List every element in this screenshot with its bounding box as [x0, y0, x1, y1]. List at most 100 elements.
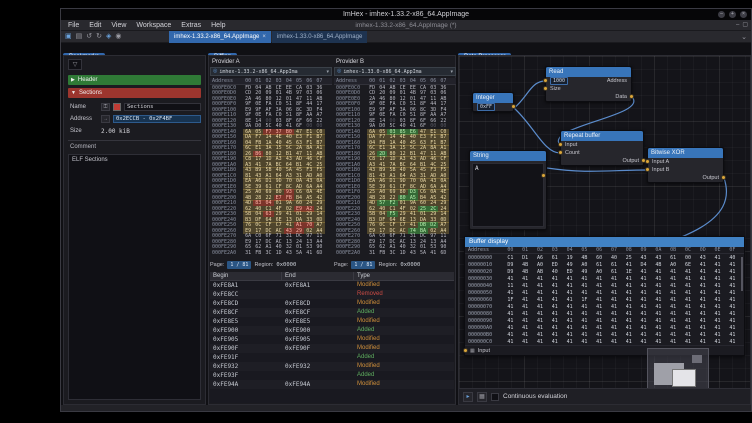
hex-row[interactable]: 000FE2A031FB3C1D435A416D: [210, 250, 332, 256]
read-size-field[interactable]: 1000: [550, 77, 568, 85]
layout-minimize-icon[interactable]: –: [736, 20, 739, 31]
node-integer[interactable]: Integer 0xFF: [472, 92, 514, 112]
node-title: String: [470, 151, 546, 161]
provider-a-select[interactable]: ◎ imhex-1.33.2-x86_64.AppIma ▾: [210, 67, 332, 76]
node-read[interactable]: Read 1000 Address Size Data: [545, 66, 632, 102]
diff-table-row[interactable]: 0xFE8CF0xFE8CFAdded: [210, 308, 454, 317]
menu-workspace[interactable]: Workspace: [131, 20, 176, 31]
continuous-evaluation-checkbox[interactable]: [491, 393, 499, 401]
diff-table-row[interactable]: 0xFE8E50xFE8E5Modified: [210, 317, 454, 326]
string-value-field[interactable]: A: [472, 163, 544, 227]
diff-table-row[interactable]: 0xFE8CCRemoved: [210, 290, 454, 299]
address-column-label: Address: [465, 247, 503, 253]
bookmarks-panel: ▽ ▶Header▼Sections Name ⚿ Sections Addre…: [63, 55, 206, 405]
toolbar: ▣ ▤↺ ↻ ◈ ◉: [65, 32, 122, 42]
output-pin[interactable]: [629, 94, 634, 99]
node-bitwise-xor[interactable]: Bitwise XOR Input A Input B Output: [647, 147, 724, 183]
diff-table-row[interactable]: 0xFE9320xFE932Modified: [210, 362, 454, 371]
address-column-label: Address: [210, 78, 243, 84]
bookmark-label: Header: [78, 77, 98, 83]
chevron-down-icon[interactable]: ⌄: [741, 33, 747, 41]
diff-table-row[interactable]: 0xFE9050xFE905Modified: [210, 335, 454, 344]
menu-bar: imhex-1.33.2-x86_64.AppImage (*) FileEdi…: [61, 20, 751, 31]
filter-icon[interactable]: ▽: [68, 59, 82, 70]
document-tab[interactable]: imhex-1.33.2-x86_64.AppImage×: [169, 31, 271, 43]
toolbar-row: ▣ ▤↺ ↻ ◈ ◉ imhex-1.33.2-x86_64.AppImage×imhe…: [61, 31, 751, 43]
window-controls: – + ×: [718, 11, 747, 18]
bookmark-address-value[interactable]: 0x2ECCB - 0x2F4BF: [113, 115, 201, 123]
comment-textarea[interactable]: ELF Sections: [68, 154, 201, 400]
output-pin[interactable]: [541, 173, 546, 178]
grid-icon: ▦: [470, 348, 475, 354]
node-title: Read: [546, 67, 631, 77]
chevron-icon: ▶: [71, 77, 75, 83]
input-pin[interactable]: [558, 142, 563, 147]
menu-edit[interactable]: Edit: [84, 20, 106, 31]
column-end[interactable]: End: [282, 272, 354, 280]
lock-icon[interactable]: ⚿: [101, 103, 110, 111]
open-file-icon[interactable]: ▣: [65, 32, 72, 42]
input-pin[interactable]: [645, 159, 650, 164]
input-pin[interactable]: [463, 348, 468, 353]
close-icon[interactable]: ×: [740, 11, 747, 18]
tab-close-icon[interactable]: ×: [262, 34, 266, 40]
input-pin[interactable]: [543, 86, 548, 91]
node-title: Bitwise XOR: [648, 148, 723, 158]
redo-icon[interactable]: ↻: [96, 32, 102, 42]
column-type[interactable]: Type: [354, 272, 454, 280]
undo-icon[interactable]: ↺: [86, 32, 92, 42]
bookmark-name-field[interactable]: Sections: [124, 103, 201, 111]
input-pin[interactable]: [645, 167, 650, 172]
output-pin[interactable]: [721, 175, 726, 180]
diff-table-row[interactable]: 0xFE8A10xFE8A1Modified: [210, 281, 454, 290]
port-label: Output: [702, 175, 719, 181]
node-buffer-display[interactable]: Buffer display Address 00010203040506070…: [464, 236, 745, 356]
maximize-icon[interactable]: +: [729, 11, 736, 18]
integer-value-field[interactable]: 0xFF: [477, 103, 495, 111]
node-string[interactable]: String A: [469, 150, 547, 230]
menu-help[interactable]: Help: [206, 20, 230, 31]
provider-icon: ◎: [337, 68, 341, 75]
input-pin[interactable]: [558, 150, 563, 155]
layout-restore-icon[interactable]: ▢: [742, 20, 748, 31]
minimap-viewport: [672, 369, 696, 387]
grid-view-icon[interactable]: ▦: [477, 392, 487, 402]
page-input[interactable]: 1 / 81: [227, 261, 251, 269]
node-title: Buffer display: [465, 237, 744, 247]
diff-table-row[interactable]: 0xFE94A0xFE94AModified: [210, 380, 454, 389]
diffing-panel: Provider A ◎ imhex-1.33.2-x86_64.AppIma …: [208, 55, 456, 405]
hex-row[interactable]: 000FE2A031FB3C1D435A416D: [334, 250, 456, 256]
document-tab[interactable]: imhex-1.33.0-x86_64.AppImage: [272, 31, 367, 43]
provider-b-title: Provider B: [334, 58, 456, 66]
output-pin[interactable]: [511, 104, 516, 109]
input-pin[interactable]: [543, 78, 548, 83]
port-label: Size: [550, 86, 561, 92]
diff-table-row[interactable]: 0xFE8CD0xFE8CDModified: [210, 299, 454, 308]
diff-table-row[interactable]: 0xFE90F0xFE90FModified: [210, 344, 454, 353]
menu-file[interactable]: File: [63, 20, 84, 31]
diff-table-header: Begin End Type: [210, 272, 454, 281]
diff-table-row[interactable]: 0xFE91FAdded: [210, 353, 454, 362]
diff-table-row[interactable]: 0xFE9000xFE900Added: [210, 326, 454, 335]
bookmark-entry-sections[interactable]: ▼Sections: [68, 88, 201, 98]
bookmark-icon[interactable]: ◈: [106, 32, 111, 42]
data-processor-footer: ▸ ▦ Continuous evaluation: [459, 388, 750, 404]
menu-view[interactable]: View: [106, 20, 131, 31]
page-input[interactable]: 1 / 81: [351, 261, 375, 269]
window-titlebar[interactable]: ImHex - imhex-1.33.2-x86_64.AppImage – +…: [61, 9, 751, 20]
goto-address-icon[interactable]: →: [101, 115, 110, 123]
provider-b-select[interactable]: ◎ imhex-1.33.0-x86_64.AppIma ▾: [334, 67, 456, 76]
save-icon[interactable]: ▤: [76, 32, 83, 42]
bookmark-entry-header[interactable]: ▶Header: [68, 75, 201, 85]
run-icon[interactable]: ▸: [463, 392, 473, 402]
bookmark-color-swatch[interactable]: [113, 103, 121, 111]
node-repeat-buffer[interactable]: Repeat buffer Input Count Output: [560, 130, 644, 166]
data-processor-tabstrip: Data Processor: [458, 45, 511, 55]
column-begin[interactable]: Begin: [210, 272, 282, 280]
info-icon[interactable]: ◉: [115, 32, 121, 42]
minimize-icon[interactable]: –: [718, 11, 725, 18]
scrollbar[interactable]: [741, 257, 743, 291]
diff-table-row[interactable]: 0xFE93FAdded: [210, 371, 454, 380]
menu-extras[interactable]: Extras: [176, 20, 206, 31]
buffer-row: 00000010D94BA0ED49A0616141D44BA06E414141: [465, 261, 744, 268]
